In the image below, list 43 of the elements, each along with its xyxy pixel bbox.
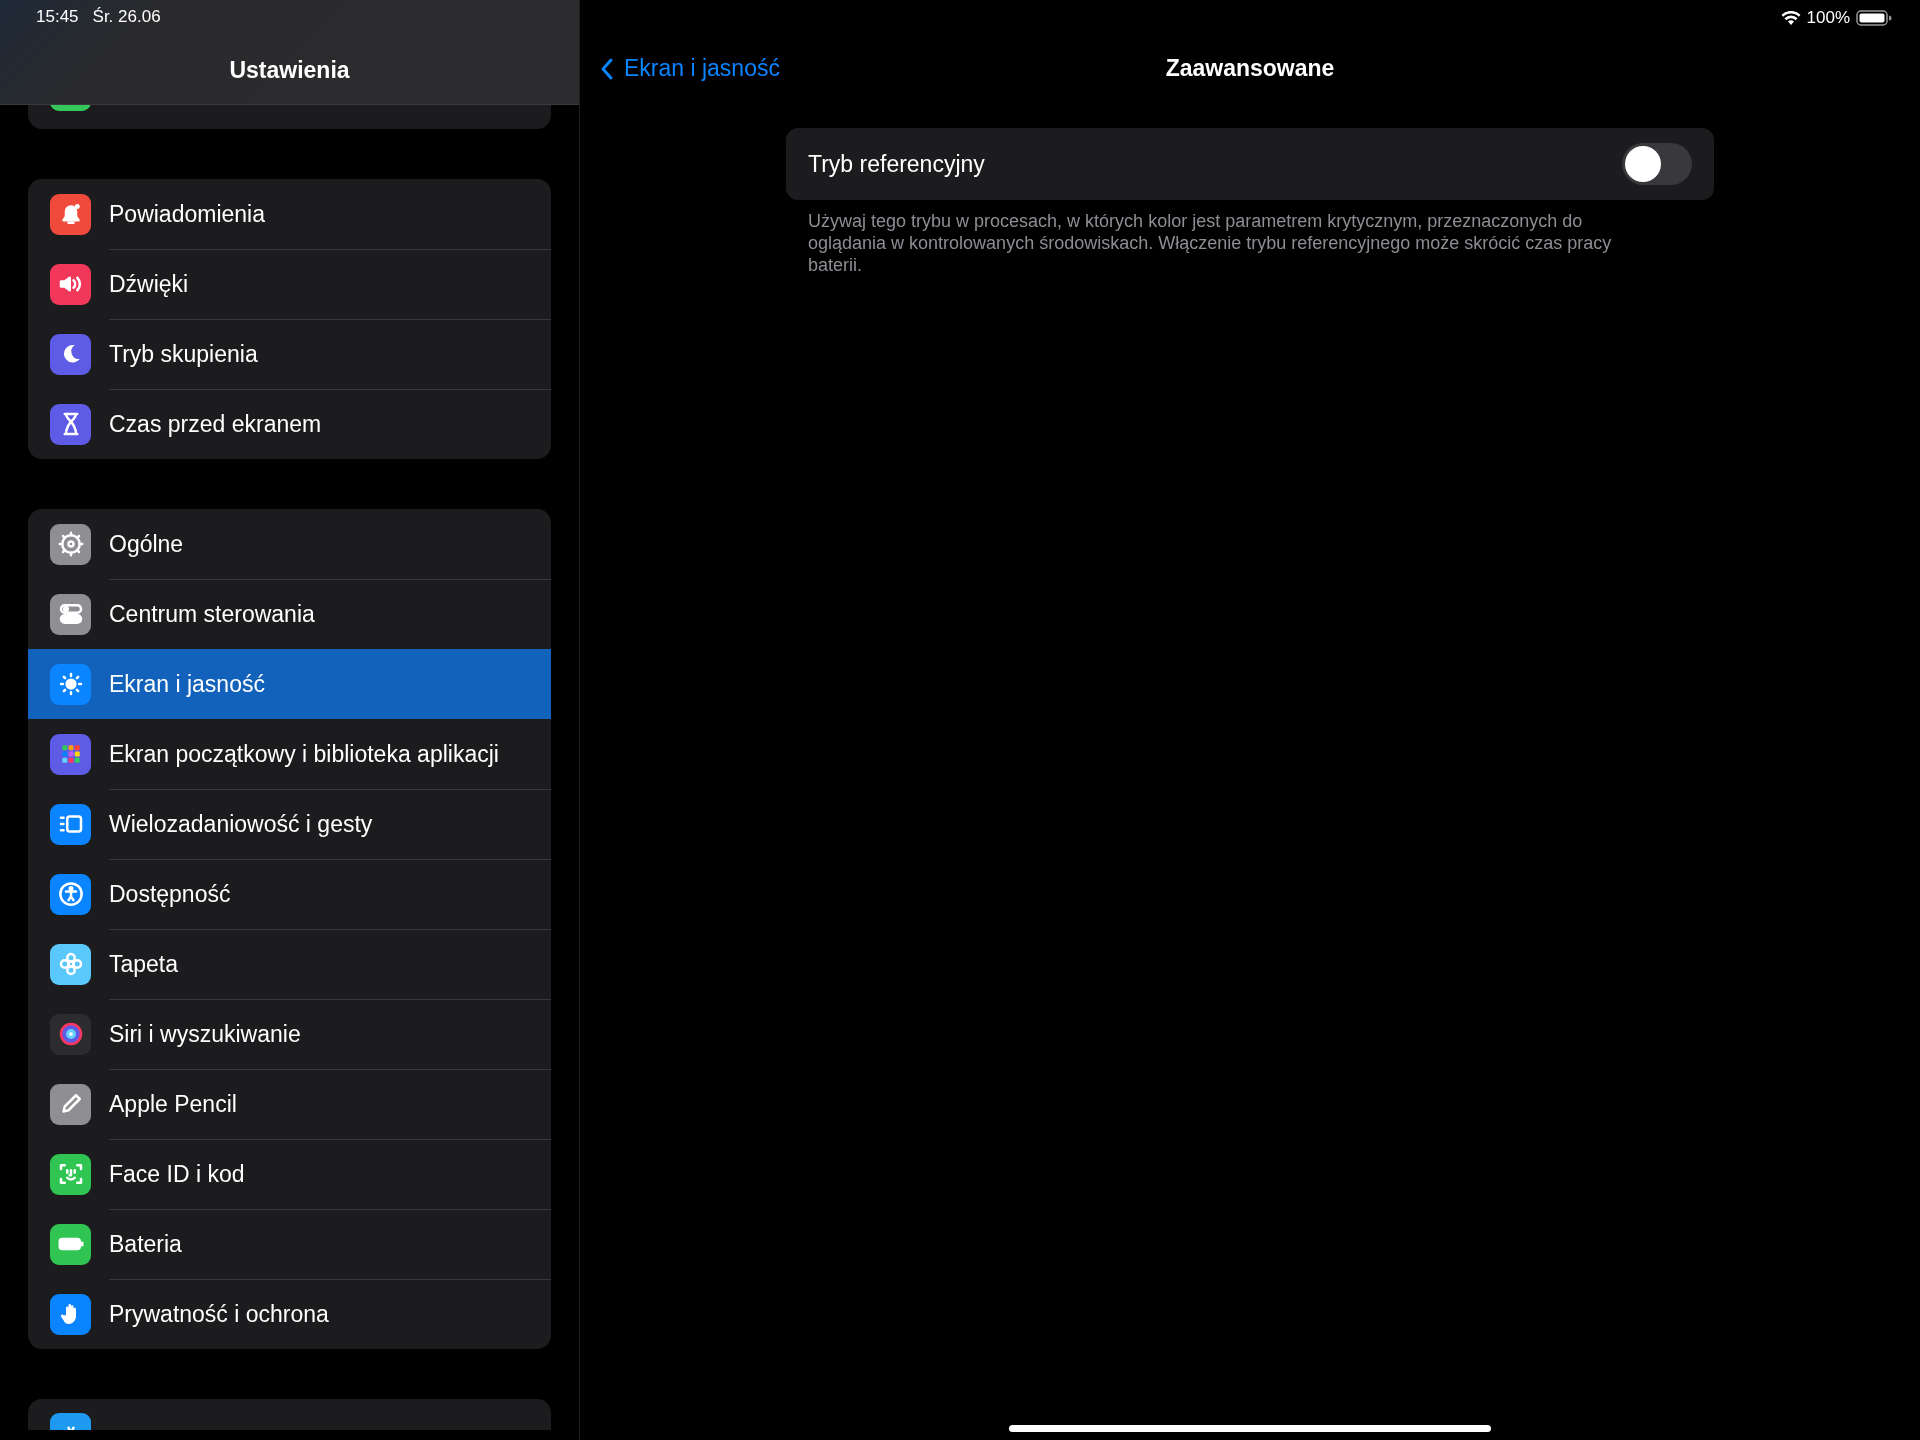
settings-row[interactable]: Siri i wyszukiwanie bbox=[28, 999, 551, 1069]
settings-row-label: Dostępność bbox=[109, 881, 231, 908]
footnote-text: Używaj tego trybu w procesach, w których kolor jest parametrem krytycznym, przeznaczonych do oglądania w kontrolowanych środowiskach. Włączenie trybu referencyjnego może skrócić czas pracy baterii. bbox=[808, 210, 1613, 276]
settings-row[interactable]: Tryb skupienia bbox=[28, 319, 551, 389]
settings-row-label: Czas przed ekranem bbox=[109, 411, 322, 438]
settings-row-label: Wielozadaniowość i gesty bbox=[109, 811, 373, 838]
settings-row-label: Ekran początkowy i biblioteka aplikacji bbox=[109, 741, 499, 768]
settings-row[interactable]: Face ID i kod bbox=[28, 1139, 551, 1209]
settings-row[interactable]: Powiadomienia bbox=[28, 179, 551, 249]
settings-row-label: Prywatność i ochrona bbox=[109, 1301, 329, 1328]
settings-row[interactable]: Ekran początkowy i biblioteka aplikacji bbox=[28, 719, 551, 789]
settings-row[interactable]: Apple Pencil bbox=[28, 1069, 551, 1139]
settings-row[interactable]: Czas przed ekranem bbox=[28, 389, 551, 459]
settings-row[interactable]: Ogólne bbox=[28, 509, 551, 579]
back-button[interactable]: Ekran i jasność bbox=[596, 53, 784, 84]
chevron-left-icon bbox=[600, 56, 614, 81]
wifi-icon bbox=[1780, 10, 1801, 26]
settings-row-label: Siri i wyszukiwanie bbox=[109, 1021, 301, 1048]
settings-row-label: Dźwięki bbox=[109, 271, 189, 298]
settings-row-label: Ekran i jasność bbox=[109, 671, 265, 698]
settings-row[interactable]: Ekran i jasność bbox=[28, 649, 551, 719]
settings-row[interactable]: Dostępność bbox=[28, 859, 551, 929]
settings-row[interactable]: Tapeta bbox=[28, 929, 551, 999]
settings-row-label: Tapeta bbox=[109, 951, 179, 978]
toggle-switch[interactable] bbox=[1622, 143, 1692, 185]
settings-row[interactable]: Prywatność i ochrona bbox=[28, 1279, 551, 1349]
settings-row-label: Bateria bbox=[109, 1231, 182, 1258]
page-title: Zaawansowane bbox=[1165, 54, 1335, 82]
sidebar-title: Ustawienia bbox=[228, 57, 351, 84]
settings-row[interactable]: Wielozadaniowość i gesty bbox=[28, 789, 551, 859]
settings-row[interactable]: Dźwięki bbox=[28, 249, 551, 319]
settings-row-label: Powiadomienia bbox=[109, 201, 265, 228]
settings-row[interactable]: Bateria bbox=[28, 1209, 551, 1279]
settings-row-label: Centrum sterowania bbox=[109, 601, 315, 628]
status-time: 15:45 bbox=[36, 7, 79, 27]
settings-row-label: Apple Pencil bbox=[109, 1091, 237, 1118]
settings-row-label: Face ID i kod bbox=[109, 1161, 245, 1188]
settings-row-label: Tryb skupienia bbox=[109, 341, 258, 368]
status-date: Śr. 26.06 bbox=[92, 7, 161, 27]
battery-percent: 100% bbox=[1806, 8, 1850, 28]
settings-row-label: Ogólne bbox=[109, 531, 184, 558]
setting-label: Tryb referencyjny bbox=[808, 150, 985, 178]
battery-icon bbox=[1856, 10, 1892, 26]
